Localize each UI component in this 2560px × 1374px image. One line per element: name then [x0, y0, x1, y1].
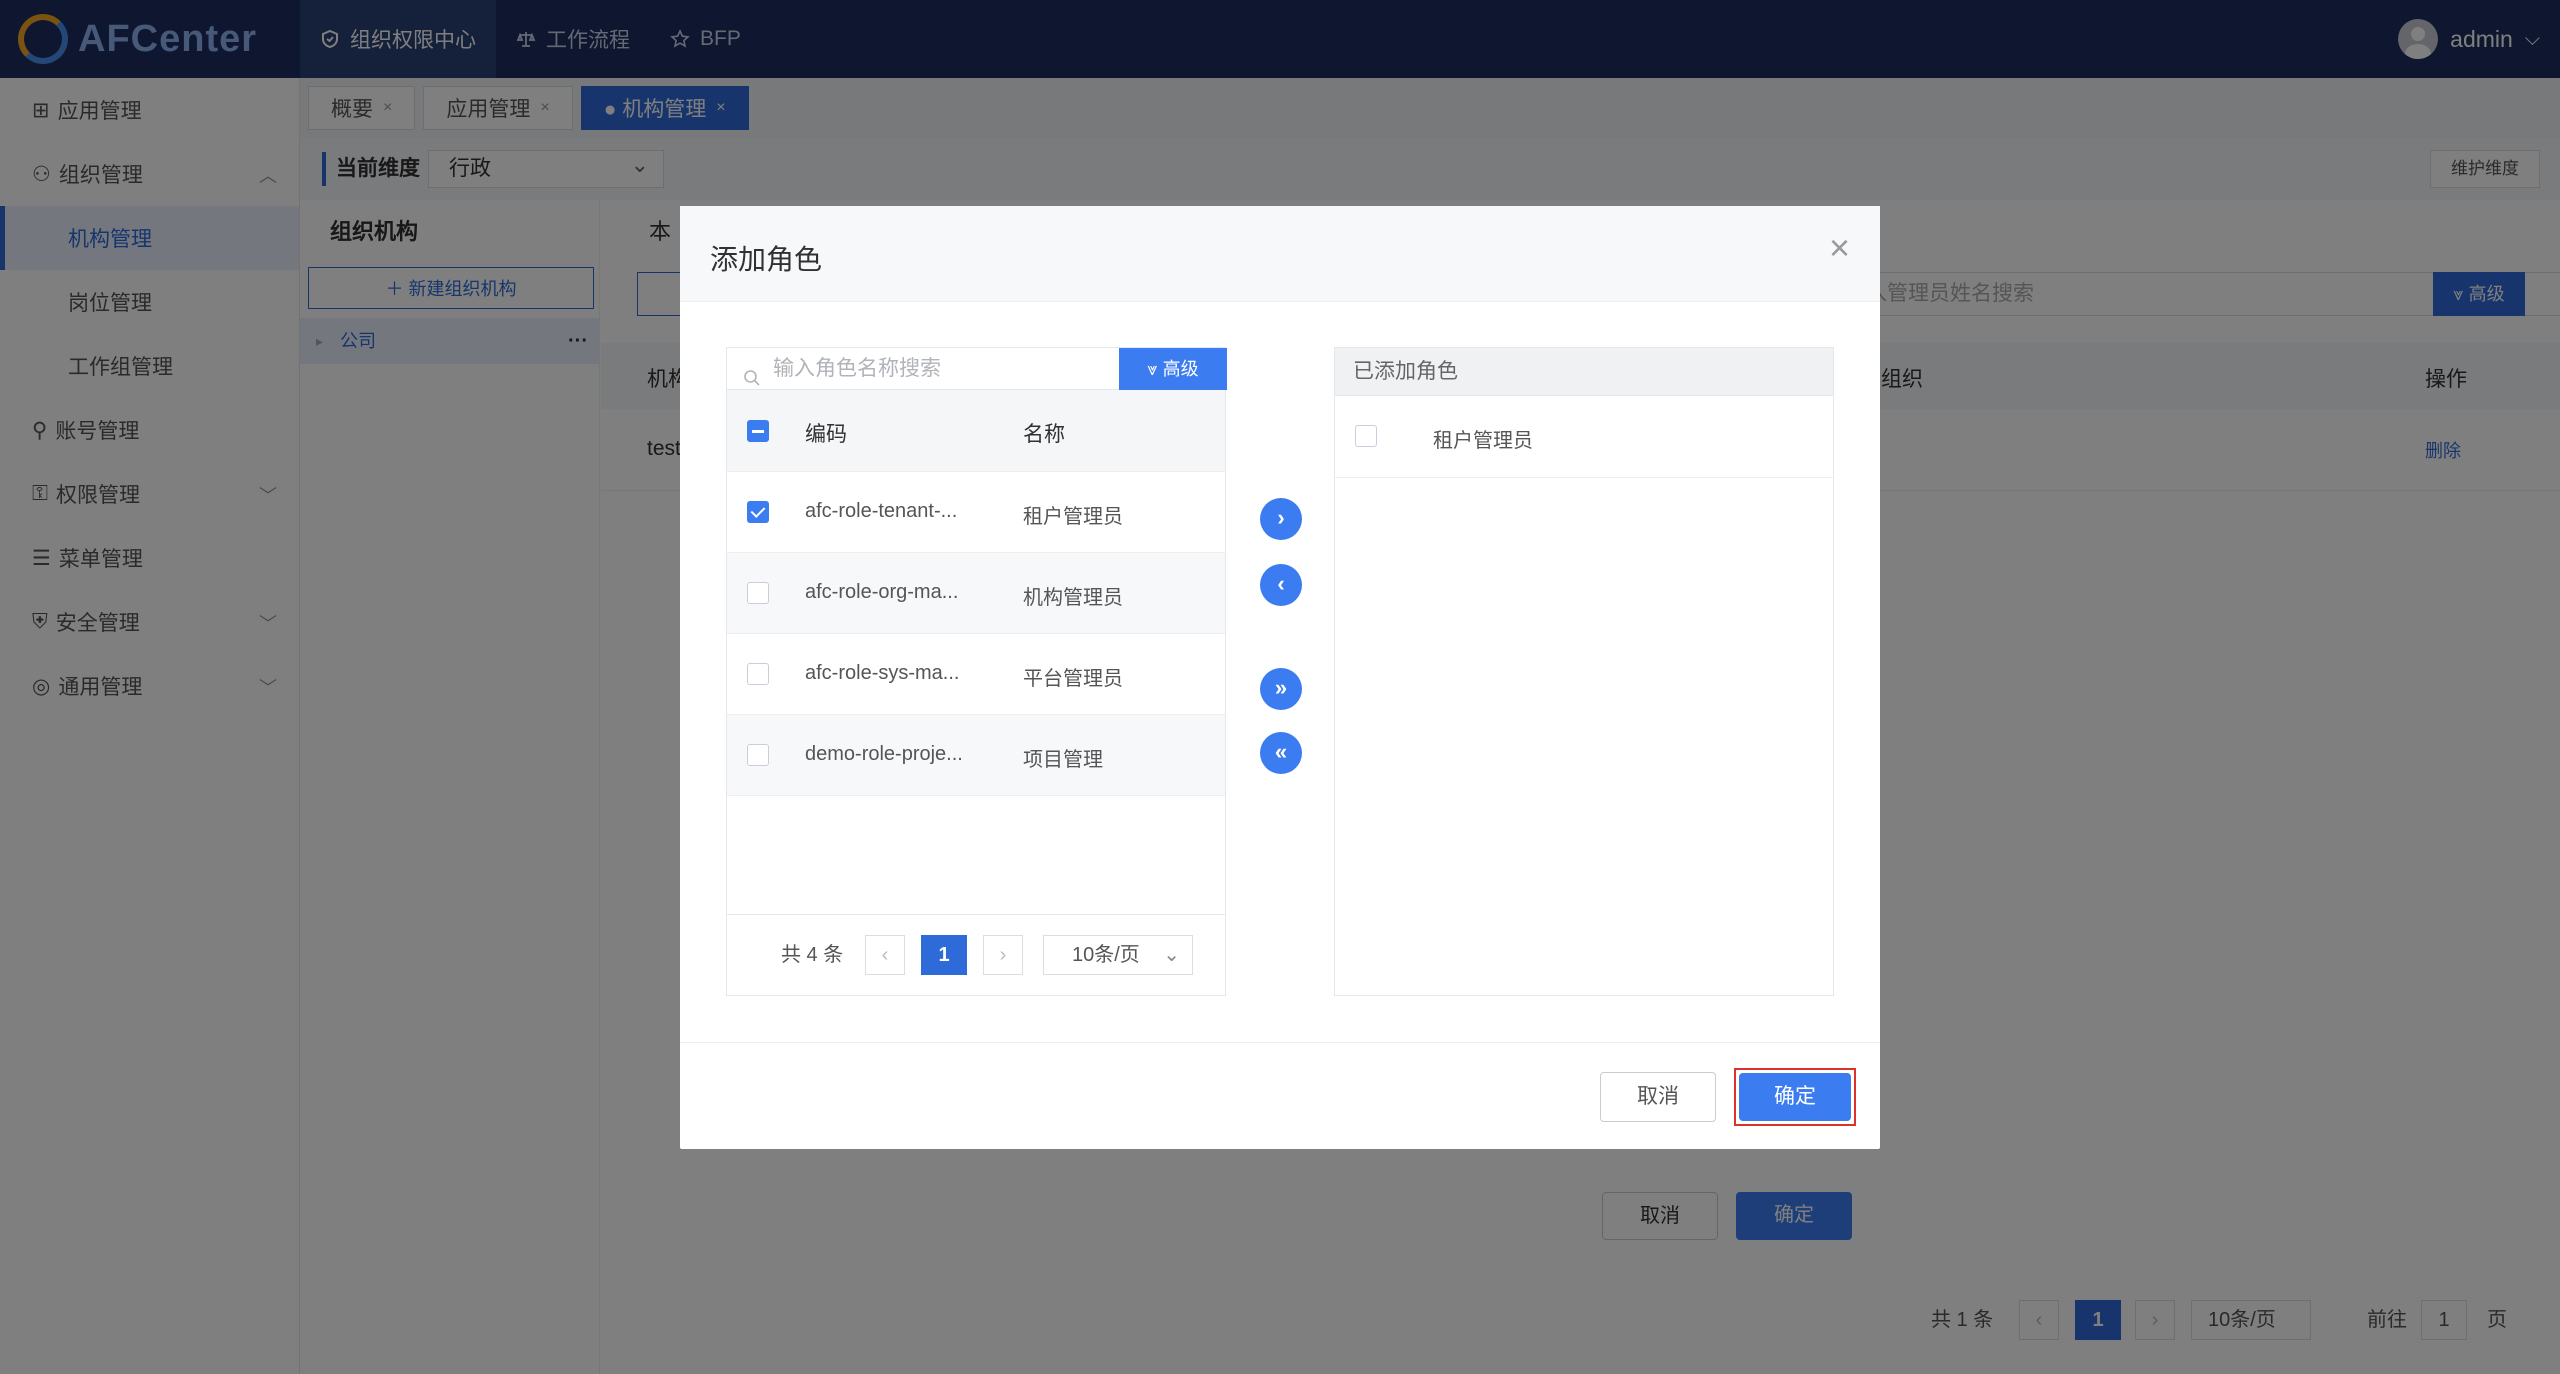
table-row[interactable]: afc-role-sys-ma... 平台管理员 [727, 634, 1225, 715]
role-name: 机构管理员 [1023, 587, 1123, 609]
dialog-header: 添加角色 × [680, 206, 1880, 302]
added-roles-header: 已添加角色 [1335, 348, 1833, 396]
button-label: 高级 [1162, 359, 1199, 379]
advanced-button[interactable]: ⩔ 高级 [1119, 348, 1227, 390]
prev-page-button[interactable]: ‹ [865, 935, 905, 975]
added-roles-panel: 已添加角色 租户管理员 [1334, 347, 1834, 996]
available-roles-panel: 输入角色名称搜索 ⩔ 高级 编码 名称 afc-role-tenant-... … [726, 347, 1227, 996]
role-pagination: 共 4 条 ‹ 1 › 10条/页 ⌄ [727, 914, 1225, 996]
move-right-button[interactable]: › [1260, 498, 1302, 540]
chevrons-down-icon: ⩔ [1147, 359, 1163, 379]
role-search-input[interactable]: 输入角色名称搜索 [727, 348, 1119, 390]
table-row[interactable]: demo-role-proje... 项目管理 [727, 715, 1225, 796]
select-all-checkbox[interactable] [747, 420, 769, 442]
row-checkbox[interactable] [747, 744, 769, 766]
table-header: 编码 名称 [727, 390, 1225, 472]
cancel-button[interactable]: 取消 [1600, 1072, 1716, 1122]
role-code: afc-role-tenant-... [805, 500, 958, 522]
row-checkbox[interactable] [747, 663, 769, 685]
added-role-row[interactable]: 租户管理员 [1335, 396, 1833, 478]
role-name: 平台管理员 [1023, 668, 1123, 690]
role-name: 项目管理 [1023, 749, 1103, 771]
row-checkbox[interactable] [747, 501, 769, 523]
move-all-left-button[interactable]: « [1260, 732, 1302, 774]
page-size-label: 10条/页 [1072, 944, 1140, 966]
row-checkbox[interactable] [1355, 425, 1377, 447]
role-code: afc-role-sys-ma... [805, 662, 960, 684]
dialog-title: 添加角色 [710, 244, 823, 275]
move-left-button[interactable]: ‹ [1260, 564, 1302, 606]
add-role-dialog: 添加角色 × 输入角色名称搜索 ⩔ 高级 编码 名称 afc-role-tena… [680, 206, 1880, 1149]
page-size-select[interactable]: 10条/页 ⌄ [1043, 935, 1193, 975]
role-name: 租户管理员 [1433, 430, 1533, 452]
role-name: 租户管理员 [1023, 506, 1123, 528]
col-header-code: 编码 [805, 423, 847, 446]
table-row[interactable]: afc-role-org-ma... 机构管理员 [727, 553, 1225, 634]
page-number[interactable]: 1 [921, 935, 967, 975]
confirm-button[interactable]: 确定 [1739, 1073, 1851, 1121]
row-checkbox[interactable] [747, 582, 769, 604]
app-window: { "header": { "logo_text": "AFCenter", "… [0, 0, 2560, 1374]
table-row[interactable]: afc-role-tenant-... 租户管理员 [727, 472, 1225, 553]
col-header-name: 名称 [1023, 423, 1065, 446]
total-count: 共 4 条 [781, 944, 844, 966]
search-placeholder: 输入角色名称搜索 [773, 357, 941, 380]
next-page-button[interactable]: › [983, 935, 1023, 975]
role-code: demo-role-proje... [805, 743, 963, 765]
move-all-right-button[interactable]: » [1260, 668, 1302, 710]
chevron-down-icon: ⌄ [1163, 944, 1180, 966]
confirm-button-highlight: 确定 [1734, 1068, 1856, 1126]
role-code: afc-role-org-ma... [805, 581, 959, 603]
close-icon[interactable]: × [1829, 230, 1850, 266]
